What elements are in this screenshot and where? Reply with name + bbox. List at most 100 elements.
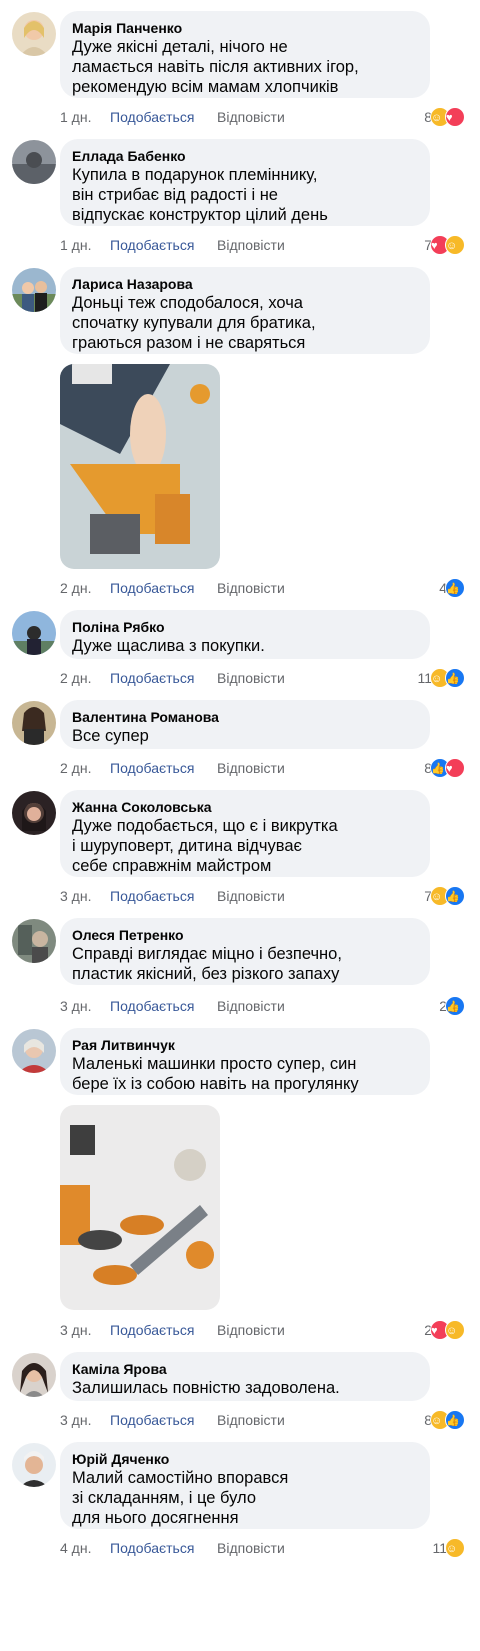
comment-text: Справді виглядає міцно і безпечно, пласт… bbox=[72, 945, 342, 983]
comment-text: Маленькі машинки просто супер, син бере … bbox=[72, 1055, 359, 1093]
comment-text: Дуже подобається, що є і викрутка і шуру… bbox=[72, 817, 338, 875]
author-name[interactable]: Каміла Ярова bbox=[72, 1360, 418, 1378]
comment-photo[interactable] bbox=[60, 364, 220, 569]
like-icon: 👍 bbox=[445, 996, 465, 1016]
care-icon: ☺ bbox=[445, 1538, 465, 1558]
comment-text: Дуже якісні деталі, нічого не ламається … bbox=[72, 38, 359, 96]
reaction-summary[interactable]: 7 ☺ 👍 bbox=[424, 886, 465, 906]
reply-link[interactable]: Відповісти bbox=[217, 107, 285, 127]
comment-bubble: Лариса Назарова Доньці теж сподобалося, … bbox=[60, 267, 430, 354]
reply-link[interactable]: Відповісти bbox=[217, 668, 285, 688]
timestamp[interactable]: 1 дн. bbox=[60, 107, 108, 127]
comment-bubble: Еллада Бабенко Купила в подарунок племін… bbox=[60, 139, 430, 226]
reaction-summary[interactable]: 8 👍 ♥ bbox=[424, 758, 465, 778]
avatar[interactable] bbox=[12, 611, 56, 655]
comment-actions: 3 дн. Подобається Відповісти 7 ☺ 👍 bbox=[60, 886, 465, 906]
reaction-summary[interactable]: 2 👍 bbox=[439, 996, 465, 1016]
timestamp[interactable]: 4 дн. bbox=[60, 1538, 108, 1558]
comment-actions: 1 дн. Подобається Відповісти 7 ♥ ☺ bbox=[60, 235, 465, 255]
timestamp[interactable]: 3 дн. bbox=[60, 996, 108, 1016]
like-icon: 👍 bbox=[445, 1410, 465, 1430]
reply-link[interactable]: Відповісти bbox=[217, 758, 285, 778]
comment-bubble: Олеся Петренко Справді виглядає міцно і … bbox=[60, 918, 430, 985]
comment-bubble: Каміла Ярова Залишилась повністю задовол… bbox=[60, 1352, 430, 1401]
timestamp[interactable]: 1 дн. bbox=[60, 235, 108, 255]
author-name[interactable]: Поліна Рябко bbox=[72, 618, 418, 636]
timestamp[interactable]: 2 дн. bbox=[60, 578, 108, 598]
like-link[interactable]: Подобається bbox=[110, 578, 217, 598]
like-link[interactable]: Подобається bbox=[110, 107, 217, 127]
comment-text: Залишилась повністю задоволена. bbox=[72, 1379, 340, 1397]
reaction-summary[interactable]: 8 ☺ 👍 bbox=[424, 1410, 465, 1430]
comment-text: Дуже щаслива з покупки. bbox=[72, 637, 265, 655]
author-name[interactable]: Олеся Петренко bbox=[72, 926, 418, 944]
reply-link[interactable]: Відповісти bbox=[217, 1320, 285, 1340]
avatar[interactable] bbox=[12, 701, 56, 745]
timestamp[interactable]: 3 дн. bbox=[60, 1320, 108, 1340]
author-name[interactable]: Лариса Назарова bbox=[72, 275, 418, 293]
reply-link[interactable]: Відповісти bbox=[217, 235, 285, 255]
timestamp[interactable]: 2 дн. bbox=[60, 668, 108, 688]
avatar[interactable] bbox=[12, 12, 56, 56]
care-icon: ☺ bbox=[445, 1320, 465, 1340]
author-name[interactable]: Марія Панченко bbox=[72, 19, 418, 37]
like-link[interactable]: Подобається bbox=[110, 996, 217, 1016]
like-icon: 👍 bbox=[445, 668, 465, 688]
like-link[interactable]: Подобається bbox=[110, 1410, 217, 1430]
comment-actions: 3 дн. Подобається Відповісти 2 ♥ ☺ bbox=[60, 1320, 465, 1340]
care-icon: ☺ bbox=[445, 235, 465, 255]
comment-actions: 3 дн. Подобається Відповісти 8 ☺ 👍 bbox=[60, 1410, 465, 1430]
reaction-summary[interactable]: 11 ☺ bbox=[432, 1538, 465, 1558]
comment-text: Доньці теж сподобалося, хоча спочатку ку… bbox=[72, 294, 316, 352]
reaction-summary[interactable]: 4 👍 bbox=[439, 578, 465, 598]
reply-link[interactable]: Відповісти bbox=[217, 1538, 285, 1558]
avatar[interactable] bbox=[12, 791, 56, 835]
like-icon: 👍 bbox=[445, 578, 465, 598]
author-name[interactable]: Еллада Бабенко bbox=[72, 147, 418, 165]
author-name[interactable]: Жанна Соколовська bbox=[72, 798, 418, 816]
avatar[interactable] bbox=[12, 919, 56, 963]
author-name[interactable]: Валентина Романова bbox=[72, 708, 418, 726]
reply-link[interactable]: Відповісти bbox=[217, 578, 285, 598]
avatar[interactable] bbox=[12, 1029, 56, 1073]
comment-actions: 1 дн. Подобається Відповісти 8 ☺ ♥ bbox=[60, 107, 465, 127]
comment-actions: 2 дн. Подобається Відповісти 11 ☺ 👍 bbox=[60, 668, 465, 688]
avatar[interactable] bbox=[12, 140, 56, 184]
avatar[interactable] bbox=[12, 1443, 56, 1487]
comment-bubble: Марія Панченко Дуже якісні деталі, нічог… bbox=[60, 11, 430, 98]
reaction-summary[interactable]: 8 ☺ ♥ bbox=[424, 107, 465, 127]
author-name[interactable]: Юрій Дяченко bbox=[72, 1450, 418, 1468]
reply-link[interactable]: Відповісти bbox=[217, 996, 285, 1016]
comment-actions: 4 дн. Подобається Відповісти 11 ☺ bbox=[60, 1538, 465, 1558]
comment-bubble: Жанна Соколовська Дуже подобається, що є… bbox=[60, 790, 430, 877]
comment-bubble: Рая Литвинчук Маленькі машинки просто су… bbox=[60, 1028, 430, 1095]
like-link[interactable]: Подобається bbox=[110, 1320, 217, 1340]
like-link[interactable]: Подобається bbox=[110, 668, 217, 688]
avatar[interactable] bbox=[12, 268, 56, 312]
timestamp[interactable]: 2 дн. bbox=[60, 758, 108, 778]
love-icon: ♥ bbox=[445, 107, 465, 127]
comment-text: Все супер bbox=[72, 727, 149, 745]
like-link[interactable]: Подобається bbox=[110, 1538, 217, 1558]
timestamp[interactable]: 3 дн. bbox=[60, 886, 108, 906]
timestamp[interactable]: 3 дн. bbox=[60, 1410, 108, 1430]
comment-actions: 2 дн. Подобається Відповісти 4 👍 bbox=[60, 578, 465, 598]
comment-photo[interactable] bbox=[60, 1105, 220, 1310]
reaction-summary[interactable]: 2 ♥ ☺ bbox=[424, 1320, 465, 1340]
like-link[interactable]: Подобається bbox=[110, 758, 217, 778]
avatar[interactable] bbox=[12, 1353, 56, 1397]
like-link[interactable]: Подобається bbox=[110, 235, 217, 255]
comment-bubble: Юрій Дяченко Малий самостійно впорався з… bbox=[60, 1442, 430, 1529]
author-name[interactable]: Рая Литвинчук bbox=[72, 1036, 418, 1054]
reaction-summary[interactable]: 11 ☺ 👍 bbox=[417, 668, 465, 688]
comment-bubble: Поліна Рябко Дуже щаслива з покупки. bbox=[60, 610, 430, 659]
like-link[interactable]: Подобається bbox=[110, 886, 217, 906]
comment-actions: 3 дн. Подобається Відповісти 2 👍 bbox=[60, 996, 465, 1016]
comment-text: Купила в подарунок племіннику, він стриб… bbox=[72, 166, 328, 224]
reply-link[interactable]: Відповісти bbox=[217, 1410, 285, 1430]
love-icon: ♥ bbox=[445, 758, 465, 778]
comment-text: Малий самостійно впорався зі складанням,… bbox=[72, 1469, 289, 1527]
reaction-summary[interactable]: 7 ♥ ☺ bbox=[424, 235, 465, 255]
reply-link[interactable]: Відповісти bbox=[217, 886, 285, 906]
comment-bubble: Валентина Романова Все супер bbox=[60, 700, 430, 749]
